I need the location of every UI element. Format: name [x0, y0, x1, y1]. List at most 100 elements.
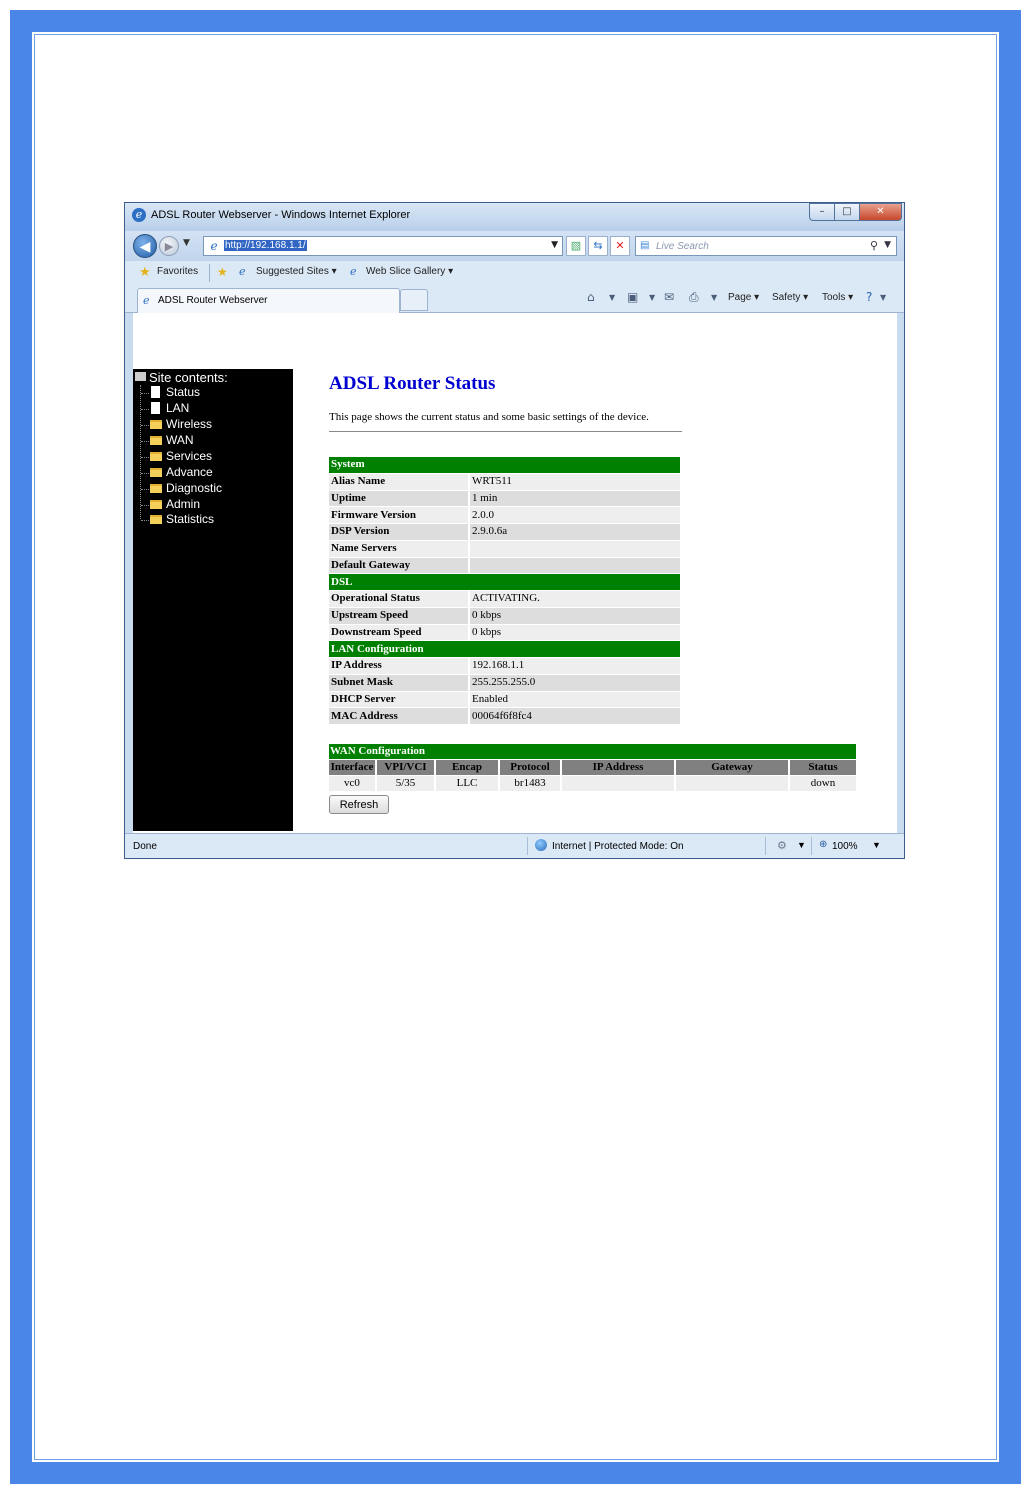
ie-logo-icon: e [132, 208, 146, 222]
forward-button[interactable]: ▶ [159, 236, 179, 256]
folder-icon [150, 515, 162, 524]
row-value: 1 min [470, 490, 680, 507]
sidebar-header-label: Site contents: [149, 370, 228, 385]
table-row: Subnet Mask 255.255.255.0 [329, 674, 680, 691]
sidebar-item-label[interactable]: Diagnostic [166, 481, 222, 495]
tab-label: ADSL Router Webserver [158, 295, 268, 306]
table-cell: 5/35 [377, 776, 434, 791]
sidebar-item-label[interactable]: Services [166, 449, 212, 463]
protected-mode-dropdown[interactable]: ▼ [797, 840, 806, 850]
folder-icon [150, 436, 162, 445]
print-dropdown-icon[interactable]: ▼ [711, 293, 717, 302]
favorites-button[interactable]: Favorites [157, 266, 198, 277]
tools-menu[interactable]: Tools ▾ [822, 292, 853, 303]
search-options-dropdown[interactable]: ▼ [884, 240, 891, 250]
wan-configuration-table: WAN Configuration Interface VPI/VCI Enca… [327, 743, 858, 792]
zoom-dropdown[interactable]: ▼ [872, 840, 881, 850]
security-zone[interactable]: Internet | Protected Mode: On [552, 841, 684, 852]
sidebar-item-label[interactable]: Statistics [166, 512, 214, 526]
page-content: Site contents: Status LAN Wireless WAN S… [133, 313, 897, 833]
suggested-sites-icon: e [239, 265, 246, 278]
row-key: DSP Version [329, 524, 468, 540]
row-value [470, 540, 680, 557]
home-icon[interactable]: ⌂ [587, 290, 595, 304]
folder-icon [150, 484, 162, 493]
column-header: Gateway [676, 760, 788, 775]
live-search-icon: ▤ [640, 240, 650, 251]
folder-icon [150, 468, 162, 477]
sidebar-item-label[interactable]: WAN [166, 433, 194, 447]
help-dropdown-icon[interactable]: ▼ [880, 293, 886, 302]
address-url[interactable]: http://192.168.1.1/ [224, 240, 307, 251]
maximize-button[interactable]: □ [834, 203, 860, 221]
row-key: Name Servers [329, 540, 468, 557]
recent-pages-dropdown[interactable]: ▼ [183, 238, 190, 248]
refresh-button[interactable]: Refresh [329, 795, 389, 814]
section-header-system: System [329, 457, 680, 473]
row-key: Operational Status [329, 591, 468, 607]
feeds-dropdown-icon[interactable]: ▼ [649, 293, 655, 302]
row-key: IP Address [329, 658, 468, 674]
sidebar-item-label[interactable]: Status [166, 385, 200, 399]
document-icon [151, 386, 160, 398]
folder-icon [150, 420, 162, 429]
home-dropdown-icon[interactable]: ▼ [609, 293, 615, 302]
table-row: IP Address 192.168.1.1 [329, 658, 680, 674]
row-value: 0 kbps [470, 607, 680, 624]
page-title: ADSL Router Status [329, 373, 496, 394]
suggested-sites-link[interactable]: Suggested Sites ▾ [256, 266, 337, 277]
minimize-button[interactable]: – [809, 203, 835, 221]
mail-icon[interactable]: ✉ [664, 290, 674, 304]
compatibility-view-button[interactable]: ▧ [566, 236, 586, 256]
address-dropdown-icon[interactable]: ▼ [551, 240, 558, 250]
column-header: Interface [329, 760, 375, 775]
forward-arrow-icon: ▶ [164, 240, 174, 253]
zoom-level[interactable]: 100% [832, 841, 858, 852]
section-header-wan: WAN Configuration [329, 744, 856, 759]
table-row: DSP Version 2.9.0.6a [329, 524, 680, 540]
sidebar-item-label[interactable]: Advance [166, 465, 213, 479]
row-value: Enabled [470, 691, 680, 708]
stop-button[interactable]: ✕ [610, 236, 630, 256]
print-icon[interactable]: ⎙ [689, 290, 699, 305]
new-tab-button[interactable] [400, 289, 428, 311]
tree-lines [140, 385, 142, 519]
table-row: Operational Status ACTIVATING. [329, 591, 680, 607]
help-icon[interactable]: ? [866, 290, 872, 304]
favorites-star-icon: ★ [139, 265, 151, 280]
table-row: Default Gateway [329, 557, 680, 574]
search-go-icon[interactable]: ⚲ [870, 239, 878, 252]
table-row: Upstream Speed 0 kbps [329, 607, 680, 624]
add-favorite-icon[interactable]: ★ [217, 265, 228, 279]
divider [329, 431, 682, 432]
safety-menu[interactable]: Safety ▾ [772, 292, 808, 303]
sidebar-item-label[interactable]: Admin [166, 497, 200, 511]
row-key: DHCP Server [329, 691, 468, 708]
status-divider [765, 837, 766, 855]
status-bar: Done Internet | Protected Mode: On ⚙ ▼ ⊕… [125, 833, 904, 858]
table-row: Name Servers [329, 540, 680, 557]
web-slice-gallery-link[interactable]: Web Slice Gallery ▾ [366, 266, 453, 277]
status-text: Done [133, 841, 157, 852]
page-menu[interactable]: Page ▾ [728, 292, 759, 303]
row-key: Upstream Speed [329, 607, 468, 624]
search-input[interactable]: ▤ Live Search ⚲ ▼ [635, 236, 897, 256]
protected-mode-icon[interactable]: ⚙ [777, 839, 787, 852]
back-button[interactable]: ◀ [133, 234, 157, 258]
sidebar-item-label[interactable]: LAN [166, 401, 189, 415]
sidebar-item-label[interactable]: Wireless [166, 417, 212, 431]
section-header-lan: LAN Configuration [329, 641, 680, 657]
refresh-page-button[interactable]: ⇆ [588, 236, 608, 256]
table-cell [562, 776, 674, 791]
sidebar-header: Site contents: [135, 370, 228, 385]
status-divider [527, 837, 528, 855]
tab-adsl-router[interactable]: e ADSL Router Webserver [137, 288, 400, 313]
address-input[interactable]: e http://192.168.1.1/ ▼ [203, 236, 563, 256]
table-cell [676, 776, 788, 791]
feeds-icon[interactable]: ▣ [627, 290, 638, 304]
folder-icon [150, 500, 162, 509]
tab-bar: e ADSL Router Webserver ⌂ ▼ ▣ ▼ ✉ ⎙ ▼ Pa… [125, 285, 904, 313]
site-tree-icon [135, 372, 146, 381]
close-button[interactable]: ✕ [859, 203, 902, 221]
table-row: Uptime 1 min [329, 490, 680, 507]
